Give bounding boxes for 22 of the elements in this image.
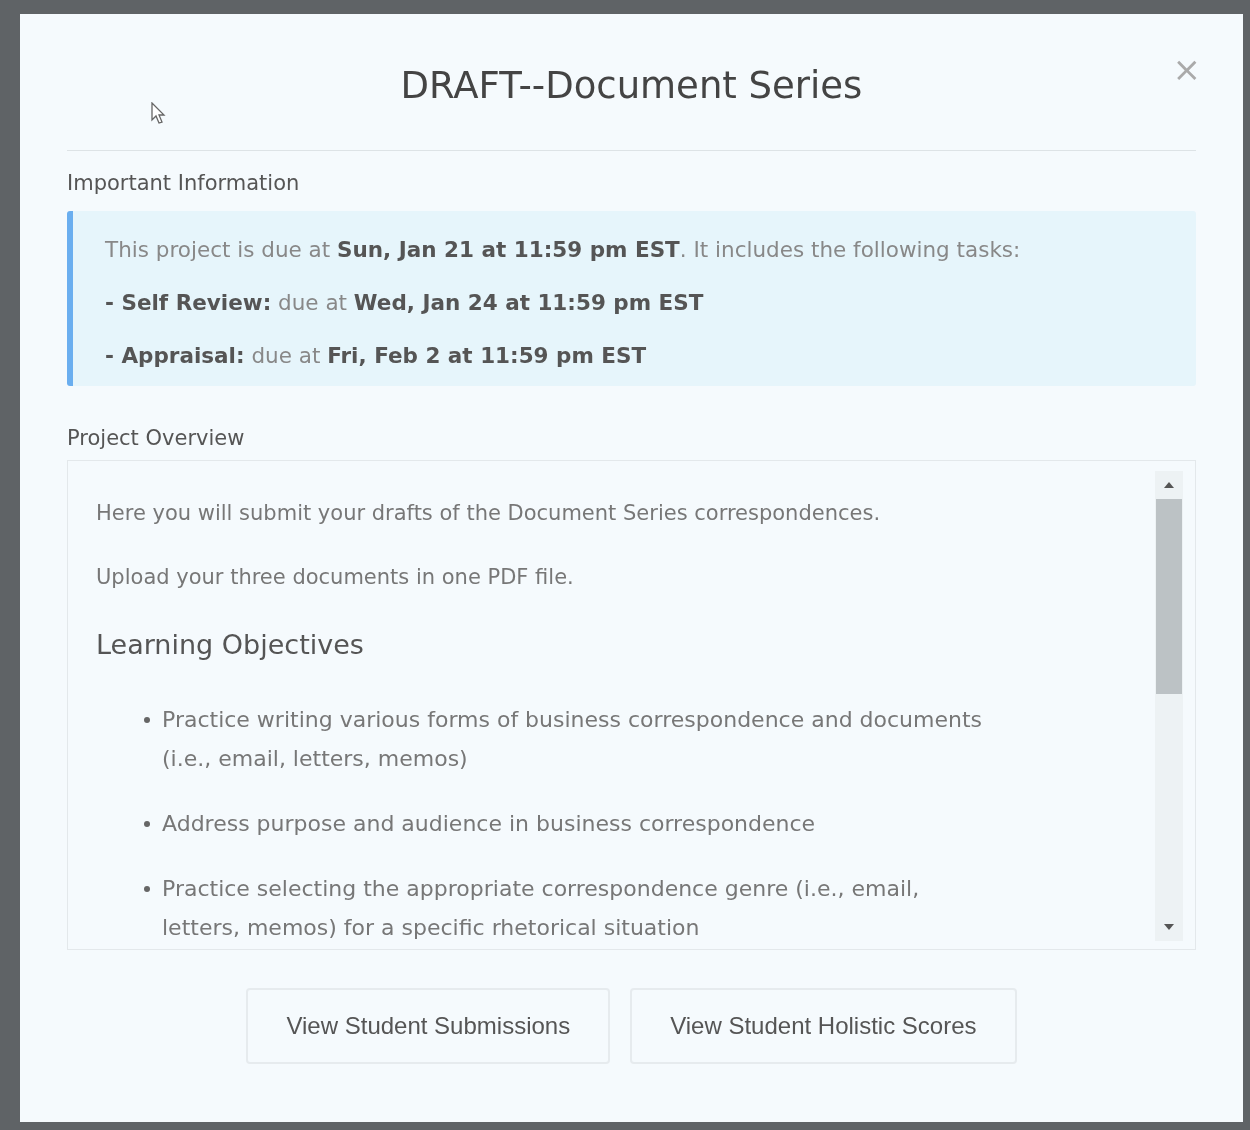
action-button[interactable]: View Student Holistic Scores: [630, 988, 1017, 1064]
section-heading: Learning Objectives: [96, 629, 365, 660]
list-item-text: Practice writing various forms of business correspondence and documents (i.e., email, letters, memos): [162, 706, 984, 773]
paragraph: Here you will submit your drafts of the Document Series correspondences.: [96, 501, 882, 525]
info-text: - Self Review: due at Wed, Jan 24 at 11:59 pm EST: [105, 289, 705, 317]
scroll-thumb[interactable]: [1156, 499, 1182, 694]
list-item-text: Address purpose and audience in business correspondence: [162, 810, 816, 838]
bullet-icon: [144, 886, 150, 892]
bullet-icon: [144, 821, 150, 827]
scroll-down-icon[interactable]: [1163, 923, 1175, 931]
action-button[interactable]: View Student Submissions: [246, 988, 611, 1064]
info-text: - Appraisal: due at Fri, Feb 2 at 11:59 pm EST: [105, 342, 648, 370]
scrollbar[interactable]: [1155, 471, 1183, 941]
section-label: Important Information: [67, 171, 301, 195]
scroll-up-icon[interactable]: [1163, 481, 1175, 489]
paragraph: Upload your three documents in one PDF file.: [96, 565, 575, 589]
dialog-title: DRAFT--Document Series: [400, 64, 863, 107]
info-text: This project is due at Sun, Jan 21 at 11:59 pm EST. It includes the following tasks:: [105, 236, 1022, 264]
list-item-text: Practice selecting the appropriate correspondence genre (i.e., email, letters, memos) for a specific rhetorical situation: [162, 875, 921, 942]
bullet-icon: [144, 717, 150, 723]
section-label: Project Overview: [67, 426, 246, 450]
cursor-icon: [151, 102, 167, 126]
